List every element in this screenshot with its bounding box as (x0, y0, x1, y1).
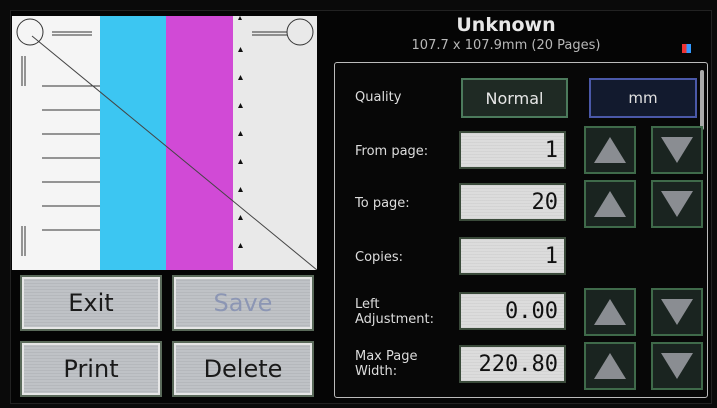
document-dimensions: 107.7 x 107.9mm (20 Pages) (411, 38, 601, 53)
max-page-width-label-line2: Width: (355, 364, 398, 379)
to-page-label: To page: (355, 196, 410, 211)
save-button[interactable]: Save (172, 275, 314, 331)
max-page-width-label-line1: Max Page (355, 349, 418, 364)
arrow-down-icon (661, 299, 693, 325)
stripe-cyan (100, 16, 166, 270)
arrow-up-icon (594, 299, 626, 325)
to-page-down-button[interactable] (651, 180, 703, 228)
copies-field[interactable]: 1 (459, 237, 566, 275)
delete-button[interactable]: Delete (172, 341, 314, 397)
arrow-up-icon (594, 191, 626, 217)
arrow-down-icon (661, 353, 693, 379)
arrow-down-icon (661, 191, 693, 217)
to-page-up-button[interactable] (584, 180, 636, 228)
stripe-white-right (233, 16, 317, 270)
max-page-width-down-button[interactable] (651, 342, 703, 390)
settings-scrollbar[interactable] (700, 70, 704, 130)
stripe-magenta (166, 16, 233, 270)
print-button[interactable]: Print (20, 341, 162, 397)
status-color-icon (682, 44, 691, 53)
left-adjustment-down-button[interactable] (651, 288, 703, 336)
left-adjustment-up-button[interactable] (584, 288, 636, 336)
preview-graphic (12, 16, 317, 270)
from-page-up-button[interactable] (584, 126, 636, 174)
to-page-field[interactable]: 20 (459, 183, 566, 221)
left-adjustment-label-line1: Left (355, 297, 380, 312)
from-page-label: From page: (355, 144, 429, 159)
copies-label: Copies: (355, 250, 404, 265)
document-title: Unknown (456, 14, 556, 36)
from-page-field[interactable]: 1 (459, 131, 566, 169)
max-page-width-field[interactable]: 220.80 (459, 345, 566, 383)
print-preview (12, 16, 317, 270)
arrow-down-icon (661, 137, 693, 163)
unit-button[interactable]: mm (589, 78, 697, 118)
from-page-down-button[interactable] (651, 126, 703, 174)
max-page-width-up-button[interactable] (584, 342, 636, 390)
arrow-up-icon (594, 137, 626, 163)
exit-button[interactable]: Exit (20, 275, 162, 331)
device-frame: Exit Save Print Delete Unknown 107.7 x 1… (0, 0, 717, 408)
quality-button[interactable]: Normal (461, 78, 568, 118)
quality-label: Quality (355, 90, 402, 105)
left-adjustment-field[interactable]: 0.00 (459, 292, 566, 330)
arrow-up-icon (594, 353, 626, 379)
left-adjustment-label-line2: Adjustment: (355, 312, 435, 327)
